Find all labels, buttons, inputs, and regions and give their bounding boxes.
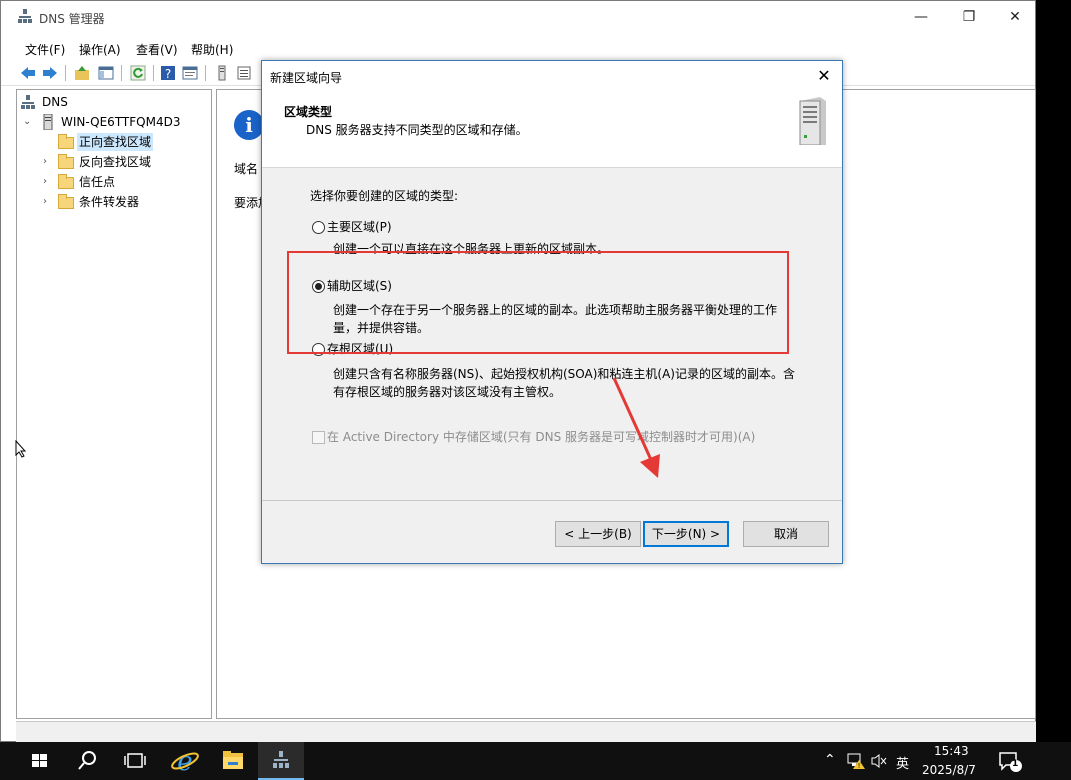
chevron-right-icon[interactable]: › xyxy=(43,177,53,187)
radio-label[interactable]: 主要区域(P) xyxy=(327,218,392,235)
secondary-zone-description: 创建一个存在于另一个服务器上的区域的副本。此选项帮助主服务器平衡处理的工作量，并… xyxy=(333,303,778,335)
refresh-icon[interactable] xyxy=(129,64,147,82)
wizard-header: 区域类型 DNS 服务器支持不同类型的区域和存储。 xyxy=(262,91,842,168)
network-warning-icon[interactable]: ! xyxy=(846,752,866,770)
tree-label: 正向查找区域 xyxy=(77,133,154,151)
up-folder-icon[interactable] xyxy=(73,64,91,82)
file-explorer-icon[interactable] xyxy=(210,742,256,780)
ime-indicator[interactable]: 英 xyxy=(896,753,909,772)
title-bar: DNS 管理器 — ❐ ✕ xyxy=(1,1,1035,31)
toolbar-separator xyxy=(65,65,66,81)
taskbar: e ⌃ ! 英 15:43 2025/8/7 1 xyxy=(0,742,1071,780)
toolbar-separator xyxy=(205,65,206,81)
forward-arrow-icon[interactable] xyxy=(41,64,59,82)
chevron-right-icon[interactable]: › xyxy=(43,157,53,167)
chevron-right-icon[interactable]: › xyxy=(43,197,53,207)
svg-text:e: e xyxy=(177,747,192,777)
svg-text:?: ? xyxy=(165,67,171,81)
next-button[interactable]: 下一步(N) > xyxy=(643,521,729,547)
folder-icon xyxy=(58,154,74,169)
server-icon xyxy=(43,114,53,130)
tree-label: 反向查找区域 xyxy=(79,155,152,169)
radio-label[interactable]: 辅助区域(S) xyxy=(327,277,392,294)
speaker-muted-icon[interactable] xyxy=(870,753,888,769)
dns-app-icon xyxy=(18,9,32,23)
chevron-down-icon[interactable]: ⌄ xyxy=(23,117,33,127)
dialog-close-button[interactable]: ✕ xyxy=(812,65,836,87)
help-icon[interactable]: ? xyxy=(159,64,177,82)
task-view-icon[interactable] xyxy=(112,742,158,780)
tree-label: 信任点 xyxy=(79,175,116,189)
radio-label[interactable]: 存根区域(U) xyxy=(327,340,393,357)
info-icon: i xyxy=(234,110,264,140)
tree-label: 条件转发器 xyxy=(79,195,140,209)
status-bar xyxy=(16,721,1036,742)
show-hide-tree-icon[interactable] xyxy=(97,64,115,82)
tray-chevron-up-icon[interactable]: ⌃ xyxy=(824,752,836,768)
radio-button[interactable] xyxy=(312,280,325,293)
toolbar-separator xyxy=(153,65,154,81)
list-view-icon[interactable] xyxy=(235,64,253,82)
server-tower-icon xyxy=(799,97,826,145)
cancel-button[interactable]: 取消 xyxy=(743,521,829,547)
toolbar-separator xyxy=(121,65,122,81)
tree-label: DNS xyxy=(42,95,68,109)
wizard-page-title: 区域类型 xyxy=(284,105,333,119)
primary-zone-description: 创建一个可以直接在这个服务器上更新的区域副本。 xyxy=(333,242,610,254)
details-text: 域名 xyxy=(234,162,259,176)
notification-count: 1 xyxy=(1012,759,1019,769)
menu-bar: 文件(F) 操作(A) 查看(V) 帮助(H) xyxy=(1,39,1035,59)
search-icon[interactable] xyxy=(64,742,110,780)
radio-button[interactable] xyxy=(312,221,325,234)
zone-type-prompt: 选择你要创建的区域的类型: xyxy=(310,189,459,203)
folder-icon xyxy=(58,134,74,149)
clock-date[interactable]: 2025/8/7 xyxy=(922,763,976,777)
console-tree: DNS ⌄ WIN-QE6TTFQM4D3 正向查找区域 › 反向查找区域 › … xyxy=(16,89,212,719)
mouse-cursor-icon xyxy=(15,440,27,458)
menu-view[interactable]: 查看(V) xyxy=(136,41,178,58)
windows-start-icon[interactable] xyxy=(16,742,62,780)
clock-time[interactable]: 15:43 xyxy=(934,744,969,758)
button-separator xyxy=(262,500,842,501)
menu-file[interactable]: 文件(F) xyxy=(25,41,65,58)
svg-text:!: ! xyxy=(858,762,861,770)
folder-icon xyxy=(58,174,74,189)
dns-manager-taskbar-button[interactable] xyxy=(258,742,304,780)
properties-icon[interactable] xyxy=(181,64,199,82)
dialog-title-bar: 新建区域向导 ✕ xyxy=(262,61,842,91)
window-title: DNS 管理器 xyxy=(39,12,105,26)
dialog-title: 新建区域向导 xyxy=(270,71,343,85)
folder-icon xyxy=(58,194,74,209)
stub-zone-description: 创建只含有名称服务器(NS)、起始授权机构(SOA)和粘连主机(A)记录的区域的… xyxy=(333,367,795,399)
checkbox[interactable] xyxy=(312,431,325,444)
internet-explorer-icon[interactable]: e xyxy=(162,742,208,780)
back-arrow-icon[interactable] xyxy=(19,64,37,82)
menu-help[interactable]: 帮助(H) xyxy=(191,41,233,58)
dns-icon xyxy=(21,95,35,109)
checkbox-label: 在 Active Directory 中存储区域(只有 DNS 服务器是可写域控… xyxy=(327,430,756,444)
tree-label: WIN-QE6TTFQM4D3 xyxy=(61,115,181,129)
dns-app-icon xyxy=(273,751,289,768)
restore-button[interactable]: ❐ xyxy=(955,7,983,27)
back-button[interactable]: < 上一步(B) xyxy=(555,521,641,547)
close-button[interactable]: ✕ xyxy=(1001,7,1029,27)
server-small-icon[interactable] xyxy=(213,64,231,82)
radio-button[interactable] xyxy=(312,343,325,356)
menu-action[interactable]: 操作(A) xyxy=(79,41,121,58)
minimize-button[interactable]: — xyxy=(907,7,935,27)
new-zone-wizard-dialog: 新建区域向导 ✕ 区域类型 DNS 服务器支持不同类型的区域和存储。 选择你要创… xyxy=(261,60,843,564)
wizard-page-subtitle: DNS 服务器支持不同类型的区域和存储。 xyxy=(306,123,528,137)
notification-center-icon[interactable] xyxy=(998,751,1022,773)
